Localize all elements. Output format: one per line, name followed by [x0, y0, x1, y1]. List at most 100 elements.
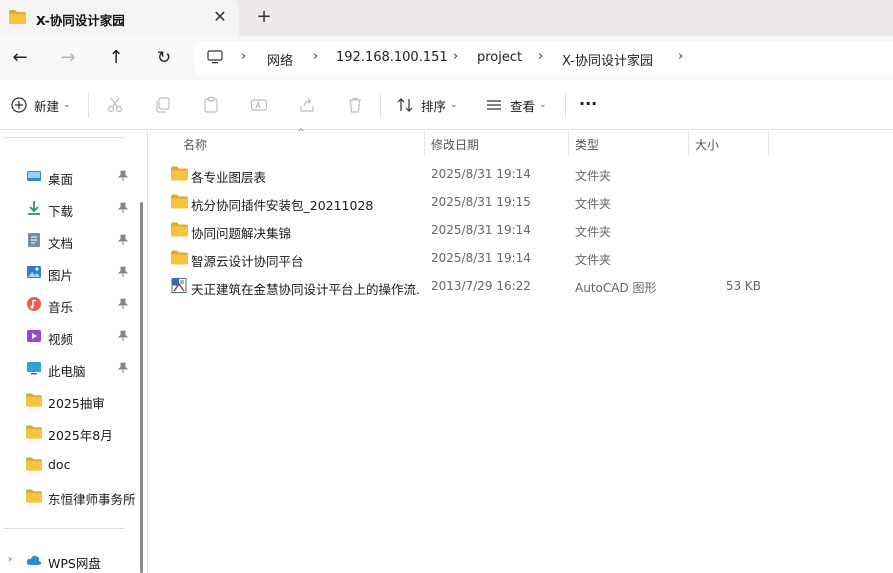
tab-current-folder[interactable]: X-协同设计家园 ✕: [0, 0, 239, 36]
autocad-file-icon: [171, 278, 187, 293]
forward-arrow-icon[interactable]: →: [56, 46, 80, 70]
file-row[interactable]: 天正建筑在金慧协同设计平台上的操作流... 2013/7/29 16:22 Au…: [149, 272, 893, 300]
more-options-icon[interactable]: ···: [579, 92, 597, 114]
sidebar-item-label: 音乐: [48, 300, 74, 315]
address-bar[interactable]: › 网络 › 192.168.100.151 › project › X-协同设…: [195, 41, 893, 75]
file-type: 文件夹: [575, 253, 612, 267]
file-name: 协同问题解决集锦: [191, 226, 292, 241]
sidebar-item-label: 桌面: [48, 172, 74, 187]
file-row[interactable]: 各专业图层表 2025/8/31 19:14 文件夹: [149, 160, 893, 188]
sidebar-item-this-pc[interactable]: 此电脑: [0, 353, 140, 383]
file-list: ^ 名称 修改日期 类型 大小 各专业图层表 2025/8/31 19:14 文…: [149, 128, 893, 573]
folder-icon: [171, 250, 188, 265]
sidebar-item-downloads[interactable]: 下载: [0, 193, 140, 223]
plus-circle-icon: [11, 97, 27, 113]
divider: [88, 92, 89, 118]
column-label: 名称: [183, 138, 208, 152]
sidebar-item-folder[interactable]: 2025年8月: [0, 417, 140, 447]
sort-ascending-icon: ^: [297, 128, 305, 138]
sidebar-item-label: WPS网盘: [48, 556, 101, 571]
chevron-right-icon[interactable]: ›: [313, 49, 318, 64]
sidebar-item-music[interactable]: 音乐: [0, 289, 140, 319]
share-icon[interactable]: [298, 96, 316, 114]
divider: [4, 137, 124, 138]
column-header-size[interactable]: 大小: [689, 130, 769, 156]
paste-icon[interactable]: [202, 96, 220, 114]
sort-icon: [397, 98, 413, 112]
file-name: 杭分协同插件安装包_20211028: [191, 198, 374, 213]
column-header-date[interactable]: 修改日期: [425, 130, 569, 156]
cut-icon[interactable]: [106, 96, 124, 114]
pin-icon: [118, 330, 128, 341]
pin-icon: [118, 170, 128, 181]
breadcrumb-current[interactable]: X-协同设计家园: [562, 50, 653, 69]
sidebar-item-folder[interactable]: 东恒律师事务所: [0, 481, 140, 511]
sidebar-item-label: 文档: [48, 236, 74, 251]
address-row: ← → ↑ ↻ › 网络 › 192.168.100.151 › project…: [0, 36, 893, 80]
file-name: 各专业图层表: [191, 170, 267, 185]
navigation-pane: 桌面 下载 文档 图片 音乐 视频 此电脑 2025抽审 2025年8月 doc…: [0, 130, 148, 573]
file-size: 53 KB: [725, 279, 761, 293]
videos-icon: [27, 330, 41, 342]
chevron-right-icon[interactable]: ›: [453, 49, 458, 64]
column-header-type[interactable]: 类型: [569, 130, 689, 156]
sidebar-item-label: 视频: [48, 332, 74, 347]
new-tab-icon[interactable]: +: [254, 7, 274, 27]
refresh-icon[interactable]: ↻: [152, 46, 176, 70]
sidebar-item-videos[interactable]: 视频: [0, 321, 140, 351]
up-arrow-icon[interactable]: ↑: [104, 46, 128, 70]
column-label: 修改日期: [431, 138, 480, 152]
folder-icon: [171, 194, 188, 209]
chevron-right-icon[interactable]: ›: [538, 49, 543, 64]
file-date: 2025/8/31 19:14: [431, 223, 531, 237]
sidebar-item-folder[interactable]: 2025抽审: [0, 385, 140, 415]
documents-icon: [28, 233, 40, 247]
rename-icon[interactable]: [250, 96, 268, 114]
file-type: 文件夹: [575, 197, 612, 211]
breadcrumb-project[interactable]: project: [477, 50, 522, 65]
copy-icon[interactable]: [154, 96, 172, 114]
file-row[interactable]: 智源云设计协同平台 2025/8/31 19:14 文件夹: [149, 244, 893, 272]
file-date: 2025/8/31 19:15: [431, 195, 531, 209]
chevron-down-icon: ⌄: [539, 100, 547, 110]
pin-icon: [118, 202, 128, 213]
download-icon: [28, 201, 40, 215]
file-date: 2025/8/31 19:14: [431, 167, 531, 181]
sidebar-scrollbar[interactable]: [140, 202, 143, 573]
view-label: 查看: [510, 98, 536, 114]
this-pc-icon: [27, 362, 41, 375]
divider: [380, 92, 381, 118]
pin-icon: [118, 362, 128, 373]
sort-button[interactable]: 排序 ⌄: [396, 94, 458, 116]
pin-icon: [118, 234, 128, 245]
chevron-right-icon[interactable]: ›: [241, 49, 246, 64]
sidebar-item-documents[interactable]: 文档: [0, 225, 140, 255]
file-row[interactable]: 杭分协同插件安装包_20211028 2025/8/31 19:15 文件夹: [149, 188, 893, 216]
new-button[interactable]: 新建 ⌄: [10, 94, 71, 116]
desktop-icon: [27, 171, 41, 181]
view-list-icon: [487, 100, 501, 110]
back-arrow-icon[interactable]: ←: [8, 46, 32, 70]
tab-title: X-协同设计家园: [36, 13, 125, 28]
sidebar-item-folder[interactable]: doc: [0, 449, 140, 479]
delete-icon[interactable]: [346, 96, 364, 114]
folder-icon: [26, 393, 42, 407]
sidebar-item-label: 下载: [48, 204, 74, 219]
file-row[interactable]: 协同问题解决集锦 2025/8/31 19:14 文件夹: [149, 216, 893, 244]
sort-label: 排序: [421, 98, 447, 114]
sidebar-item-label: 此电脑: [48, 364, 86, 379]
breadcrumb-ip[interactable]: 192.168.100.151: [336, 50, 448, 65]
sidebar-item-pictures[interactable]: 图片: [0, 257, 140, 287]
folder-icon: [171, 222, 188, 237]
folder-icon: [26, 489, 42, 503]
view-button[interactable]: 查看 ⌄: [485, 94, 547, 116]
sidebar-item-desktop[interactable]: 桌面: [0, 161, 140, 191]
close-tab-icon[interactable]: ✕: [211, 8, 229, 26]
sidebar-item-wps-cloud[interactable]: › WPS网盘: [0, 545, 140, 573]
chevron-right-icon[interactable]: ›: [8, 554, 12, 565]
command-bar: 新建 ⌄ 排序 ⌄ 查看 ⌄ ···: [0, 80, 893, 130]
chevron-right-icon[interactable]: ›: [678, 49, 683, 64]
breadcrumb-network[interactable]: 网络: [267, 50, 293, 69]
column-header-name[interactable]: ^ 名称: [149, 128, 425, 156]
pictures-icon: [27, 266, 41, 278]
